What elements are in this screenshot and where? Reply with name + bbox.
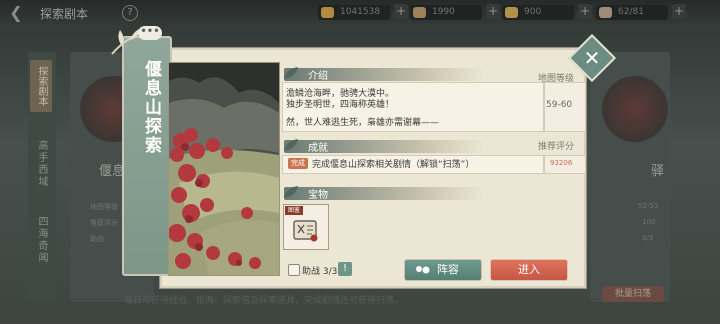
close-button[interactable]: ✕ xyxy=(575,41,609,75)
achievement-header: 成就 xyxy=(284,139,484,154)
add-scroll-button[interactable]: + xyxy=(486,4,500,19)
rail-tab-explore[interactable]: 探索剧本 xyxy=(30,60,52,112)
resource-value: 62/81 xyxy=(618,7,644,17)
card-stat: 推荐评分 xyxy=(90,219,118,227)
page-title: 探索剧本 xyxy=(40,7,89,21)
card-stat: 100 xyxy=(642,218,656,226)
resource-value: 1990 xyxy=(432,7,455,17)
more-button[interactable]: ••• xyxy=(138,26,162,40)
assist-checkbox[interactable] xyxy=(288,264,300,276)
scroll-icon xyxy=(413,7,426,18)
lineup-button[interactable]: 阵容 xyxy=(404,259,482,281)
map-level-value: 59-60 xyxy=(546,100,573,110)
intro-line: 独步圣明世，四海称英雄！ xyxy=(286,100,395,110)
add-ingot-button[interactable]: + xyxy=(578,4,592,19)
completed-badge: 完成 xyxy=(288,158,308,169)
resource-gold: 1041538 + xyxy=(318,4,408,20)
section-leaf-icon xyxy=(284,67,298,79)
map-scene-art xyxy=(168,62,280,276)
add-card-button[interactable]: + xyxy=(672,4,686,19)
card-art xyxy=(602,76,668,142)
section-title: 介绍 xyxy=(308,71,328,82)
assist-label: 助战 3/3 xyxy=(302,267,338,277)
card-stat: 助战 xyxy=(90,235,104,243)
dialog-title: 偃息山探索 xyxy=(141,60,161,155)
card-stat: 3/3 xyxy=(642,234,654,242)
top-bar: ❮ 探索剧本 ? 1041538 + 1990 + 900 + 62/81 + xyxy=(0,0,720,26)
enter-button[interactable]: 进入 xyxy=(490,259,568,281)
section-leaf-icon xyxy=(284,186,298,198)
card-stat: 地图等级 xyxy=(90,203,118,211)
resource-scroll: 1990 + xyxy=(410,4,500,20)
section-leaf-icon xyxy=(284,139,298,151)
ingot-icon xyxy=(505,7,518,18)
recommended-score-label: 推荐评分 xyxy=(538,142,575,152)
treasure-header: 宝物 xyxy=(284,186,484,201)
intro-header: 介绍 xyxy=(284,67,484,82)
gold-icon xyxy=(321,7,334,18)
help-button[interactable]: ? xyxy=(122,5,138,21)
chevron-left-icon: ❮ xyxy=(9,3,23,22)
batch-sweep-button[interactable]: 批量扫荡 xyxy=(602,286,664,302)
rail-item[interactable]: 高手西域 xyxy=(34,140,49,188)
recommended-score-value: 93206 xyxy=(550,159,573,167)
treasure-tag: 图鉴 xyxy=(285,206,303,215)
assist-info-button[interactable]: ! xyxy=(338,262,352,276)
card-stat: 52-53 xyxy=(638,202,659,210)
scroll-book-icon xyxy=(293,220,318,242)
card-name: 驿 xyxy=(650,164,664,179)
lineup-label: 阵容 xyxy=(437,263,459,276)
team-icon xyxy=(416,266,430,274)
resource-value: 1041538 xyxy=(340,7,381,17)
intro-line: 然，世人难逃生死，枭雄亦需谢幕—— xyxy=(286,118,440,128)
card-icon xyxy=(599,7,612,18)
treasure-item-slot[interactable]: 图鉴 xyxy=(283,204,329,250)
back-button[interactable]: ❮ xyxy=(6,4,26,22)
rail-item[interactable]: 四海奇闻 xyxy=(34,216,49,264)
background-card[interactable]: 驿 52-53 100 3/3 xyxy=(590,52,670,302)
dialog-banner: 偃息山探索 xyxy=(122,36,172,276)
add-gold-button[interactable]: + xyxy=(394,4,408,19)
achievement-text: 完成偃息山探索相关剧情（解锁“扫荡”） xyxy=(312,160,475,170)
section-title: 成就 xyxy=(308,143,328,154)
bottom-note: 每日可获得经验、银两、探索值及探索道具，完成剧情还可获得扫荡。 xyxy=(124,296,404,306)
resource-ingot: 900 + xyxy=(502,4,592,20)
section-title: 宝物 xyxy=(308,190,328,201)
resource-card: 62/81 + xyxy=(596,4,686,20)
resource-value: 900 xyxy=(524,7,542,17)
